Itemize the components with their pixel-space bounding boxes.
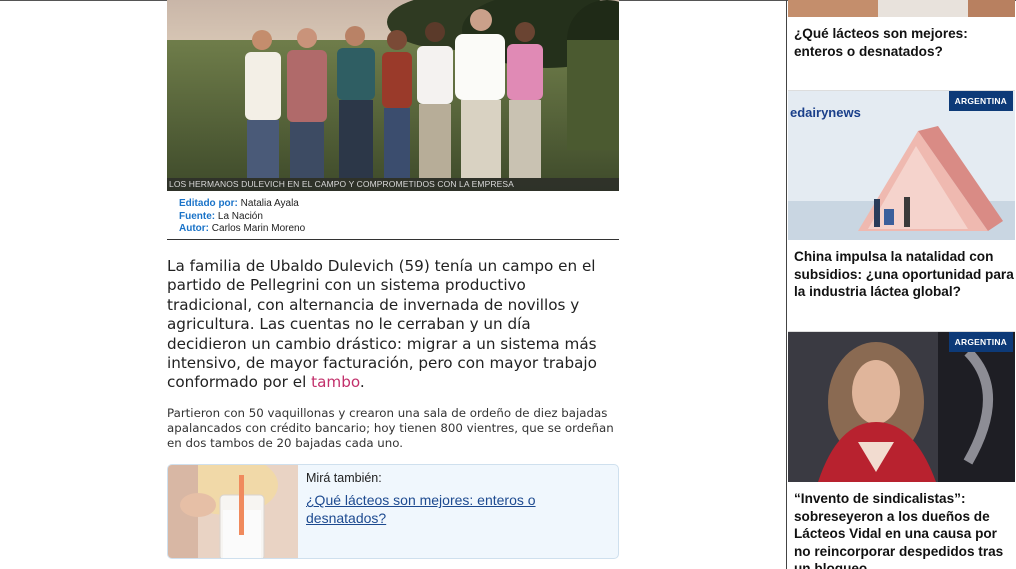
credit-author: Autor: Carlos Marin Moreno (179, 223, 619, 236)
card-1-title[interactable]: ¿Qué lácteos son mejores: enteros o desn… (794, 25, 1014, 60)
article-column: LOS HERMANOS DULEVICH EN EL CAMPO Y COMP… (167, 0, 619, 560)
photo-caption: LOS HERMANOS DULEVICH EN EL CAMPO Y COMP… (167, 178, 619, 191)
card-1-image[interactable] (788, 0, 1015, 17)
credit-source-value: La Nación (217, 210, 263, 222)
lead-text: La familia de Ubaldo Dulevich (59) tenía… (167, 257, 597, 392)
related-text: Mirá también: ¿Qué lácteos son mejores: … (298, 465, 566, 558)
card-2-badge[interactable]: ARGENTINA (948, 91, 1013, 111)
credit-author-label: Autor: (179, 223, 209, 234)
credit-edited-label: Editado por: (179, 198, 238, 209)
credit-author-value: Carlos Marin Moreno (211, 223, 306, 234)
sidebar: ¿Qué lácteos son mejores: enteros o desn… (786, 0, 1016, 569)
card-3-image[interactable]: ARGENTINA (788, 332, 1015, 482)
credit-edited: Editado por: Natalia Ayala (179, 198, 619, 211)
lead-end: . (359, 373, 365, 392)
tambo-link[interactable]: tambo (311, 373, 360, 391)
card-2-title[interactable]: China impulsa la natalidad con subsidios… (794, 248, 1014, 301)
card-2-image[interactable]: edairynews ARGENTINA (788, 91, 1015, 240)
credit-source: Fuente: La Nación (179, 211, 619, 224)
credit-source-label: Fuente: (179, 210, 216, 222)
related-article-box[interactable]: Mirá también: ¿Qué lácteos son mejores: … (167, 464, 619, 560)
card-3-badge[interactable]: ARGENTINA (948, 332, 1013, 352)
milk-glass-thumbnail (168, 465, 298, 559)
body-paragraph: Partieron con 50 vaquillonas y crearon u… (167, 405, 614, 451)
lead-paragraph: La familia de Ubaldo Dulevich (59) tenía… (167, 257, 607, 393)
credits-block: Editado por: Natalia Ayala Fuente: La Na… (167, 191, 619, 240)
related-article-link[interactable]: ¿Qué lácteos son mejores: enteros o desn… (306, 491, 566, 527)
family-photo-image (167, 0, 619, 191)
credit-edited-value: Natalia Ayala (240, 198, 299, 209)
edairynews-logo: edairynews (790, 105, 861, 120)
card-3-title[interactable]: “Invento de sindicalistas”: sobreseyeron… (794, 490, 1014, 569)
hero-photo[interactable]: LOS HERMANOS DULEVICH EN EL CAMPO Y COMP… (167, 0, 619, 191)
see-also-label: Mirá también: (306, 471, 382, 486)
